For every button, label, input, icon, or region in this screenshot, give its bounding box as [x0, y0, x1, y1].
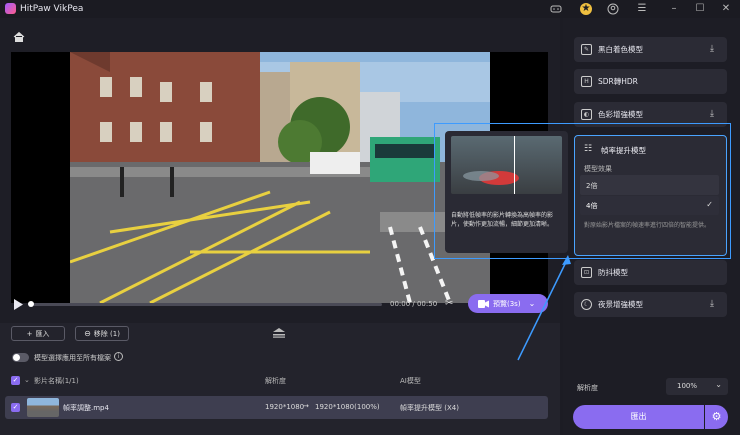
apply-all-label: 模型選擇應用至所有檔案	[34, 354, 111, 362]
row-res-arrow-icon: →	[303, 402, 309, 410]
minus-circle-icon: ⊖	[84, 329, 91, 338]
model-item-stabilize[interactable]: ⊡ 防抖模型	[574, 260, 727, 285]
hdr-icon: H	[581, 76, 592, 87]
select-all-checkbox[interactable]: ✓	[11, 376, 20, 385]
timeline-handle[interactable]	[28, 301, 34, 307]
night-icon: ☾	[581, 299, 592, 310]
menu-icon[interactable]: ☰	[636, 3, 648, 15]
palette-icon: ◐	[581, 109, 592, 120]
play-icon[interactable]	[13, 299, 23, 310]
minimize-icon[interactable]: –	[668, 3, 680, 15]
model-stabilize-label: 防抖模型	[598, 268, 628, 277]
import-label: 匯入	[35, 329, 50, 338]
header-model: AI模型	[400, 377, 421, 385]
annotation-arrow	[517, 255, 571, 361]
model-night-label: 夜景增強模型	[598, 300, 643, 309]
tooltip-preview-image	[451, 136, 562, 194]
scissors-icon[interactable]: ✂	[445, 298, 456, 309]
video-frame-image	[70, 52, 490, 303]
model-bw-label: 黑白着色模型	[598, 45, 643, 54]
settings-gear-icon[interactable]: ⚙	[705, 405, 728, 429]
model-sdr-label: SDR轉HDR	[598, 77, 638, 86]
resolution-value: 100%	[677, 382, 698, 390]
download-icon[interactable]: ⤓	[710, 299, 720, 310]
collapse-icon[interactable]	[272, 328, 286, 338]
model-tooltip: 自動將低幀率的影片轉換為高幀率的影片，使動作更加流暢，細節更加清晰。	[445, 131, 568, 253]
home-icon[interactable]	[13, 31, 25, 43]
time-display: 00:00 / 00:50	[390, 300, 438, 308]
video-thumbnail	[27, 398, 59, 417]
model-item-night[interactable]: ☾ 夜景增強模型 ⤓	[574, 292, 727, 317]
plus-icon: +	[26, 329, 33, 338]
import-button[interactable]: + 匯入	[11, 326, 65, 341]
export-button[interactable]: 匯出	[573, 405, 704, 429]
row-filename: 幀率調整.mp4	[63, 404, 109, 412]
title-bar: HitPaw VikPea ★ ☰ – ☐ ✕	[0, 0, 740, 18]
brush-icon: ✎	[581, 44, 592, 55]
row-checkbox[interactable]: ✓	[11, 403, 20, 412]
model-item-bw[interactable]: ✎ 黑白着色模型 ⤓	[574, 37, 727, 62]
chevron-down-icon: ⌄	[715, 380, 722, 389]
gamepad-icon[interactable]	[550, 3, 562, 15]
info-icon[interactable]: i	[114, 352, 123, 361]
timeline-slider[interactable]	[28, 301, 382, 307]
download-icon[interactable]: ⤓	[710, 44, 720, 55]
header-resolution: 解析度	[265, 377, 286, 385]
premium-icon[interactable]: ★	[580, 3, 592, 15]
maximize-icon[interactable]: ☐	[694, 3, 706, 15]
resolution-label: 解析度	[577, 384, 598, 392]
video-camera-icon	[478, 299, 489, 308]
header-name: 影片名稱(1/1)	[34, 377, 79, 385]
app-title: HitPaw VikPea	[20, 4, 84, 14]
app-logo-icon	[5, 3, 16, 14]
stabilize-icon: ⊡	[581, 267, 592, 278]
row-res-to: 1920*1080(100%)	[315, 403, 380, 411]
model-color-label: 色彩增強模型	[598, 110, 643, 119]
tooltip-desc: 自動將低幀率的影片轉換為高幀率的影片，使動作更加流暢，細節更加清晰。	[451, 212, 554, 228]
resolution-select[interactable]: 100% ⌄	[666, 378, 728, 395]
row-model: 幀率提升模型 (X4)	[400, 404, 459, 412]
close-icon[interactable]: ✕	[720, 3, 732, 15]
remove-button[interactable]: ⊖ 移除 (1)	[75, 326, 129, 341]
account-icon[interactable]	[607, 3, 619, 15]
remove-label: 移除 (1)	[93, 329, 120, 338]
row-res-from: 1920*1080	[265, 403, 305, 411]
download-icon[interactable]: ⤓	[710, 109, 720, 120]
sort-chevron-icon[interactable]: ⌄	[24, 376, 30, 384]
table-row[interactable]: ✓ 幀率調整.mp4 1920*1080 → 1920*1080(100%) 幀…	[5, 396, 548, 419]
apply-all-toggle[interactable]	[12, 353, 29, 362]
model-item-sdr[interactable]: H SDR轉HDR	[574, 69, 727, 94]
export-label: 匯出	[630, 412, 647, 421]
